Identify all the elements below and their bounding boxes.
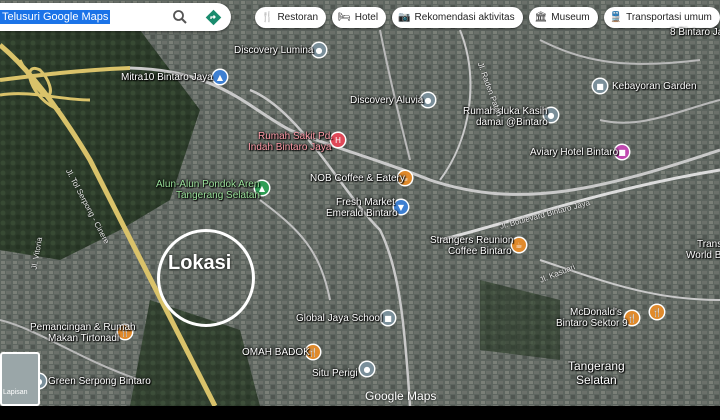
chip-transportasi-umum[interactable]: 🚆 Transportasi umum	[603, 7, 720, 28]
place-label[interactable]: Makan Tirtonadi	[48, 333, 119, 345]
place-label[interactable]: Global Jaya School	[296, 313, 382, 325]
place-pin-icon[interactable]: ■	[593, 79, 607, 93]
chip-restoran[interactable]: 🍴 Restoran	[255, 7, 327, 28]
place-label[interactable]: 8 Bintaro Jaya	[670, 27, 720, 39]
train-icon: 🚆	[609, 12, 623, 23]
place-label[interactable]: damai @Bintaro	[476, 117, 548, 129]
chip-museum[interactable]: 🏛 Museum	[528, 7, 598, 28]
chip-label: Restoran	[277, 12, 319, 23]
chip-rekomendasi-aktivitas[interactable]: 📷 Rekomendasi aktivitas	[392, 7, 523, 28]
place-label[interactable]: Mitra10 Bintaro Jaya	[121, 72, 213, 84]
shopping-pin-icon[interactable]: ▲	[213, 70, 227, 84]
place-label[interactable]: Emerald Bintaro	[326, 208, 398, 220]
place-label[interactable]: NOB Coffee & Eatery	[310, 173, 405, 185]
place-label[interactable]: Tangerang Selatan	[176, 190, 260, 202]
place-pin-icon[interactable]: ●	[312, 43, 326, 57]
place-label[interactable]: Discovery Lumina	[234, 45, 313, 57]
school-pin-icon[interactable]: ■	[381, 311, 395, 325]
layers-button[interactable]	[0, 352, 40, 406]
museum-icon: 🏛	[534, 12, 548, 23]
place-label[interactable]: Green Serpong Bintaro	[48, 376, 151, 388]
chip-label: Hotel	[354, 12, 379, 23]
place-label[interactable]: Indah Bintaro Jaya	[248, 142, 331, 154]
location-circle	[157, 229, 255, 327]
hospital-pin-icon[interactable]: H	[331, 133, 345, 147]
search-input[interactable]: Telusuri Google Maps	[0, 10, 111, 24]
place-label[interactable]: Bintaro Sektor 9	[556, 318, 628, 330]
place-label[interactable]: Aviary Hotel Bintaro	[530, 147, 618, 159]
hotel-icon: 🛏	[338, 12, 351, 23]
area-label: Tangerang	[568, 359, 625, 373]
restaurant-icon: 🍴	[261, 12, 274, 23]
cafe-pin-icon[interactable]: ☕	[512, 238, 526, 252]
bottom-bar	[0, 406, 720, 420]
map-view[interactable]: Telusuri Google Maps 🍴 Restoran 🛏 Hotel …	[0, 0, 720, 420]
area-label: Selatan	[576, 373, 617, 387]
layers-label: Lapisan	[3, 389, 28, 396]
location-label: Lokasi	[168, 252, 232, 274]
search-icon[interactable]	[172, 9, 188, 25]
google-maps-logo: Google Maps	[365, 389, 437, 403]
place-label[interactable]: OMAH BADOK	[242, 347, 310, 359]
place-pin-icon[interactable]: ●	[360, 362, 374, 376]
place-label[interactable]: Discovery Aluvia	[350, 95, 423, 107]
place-label[interactable]: World B	[686, 250, 720, 262]
camera-icon: 📷	[398, 12, 411, 23]
chip-label: Rekomendasi aktivitas	[414, 12, 515, 23]
chip-label: Museum	[551, 12, 590, 23]
chip-hotel[interactable]: 🛏 Hotel	[332, 7, 387, 28]
place-label[interactable]: Kebayoran Garden	[612, 81, 697, 93]
category-chips: 🍴 Restoran 🛏 Hotel 📷 Rekomendasi aktivit…	[255, 7, 720, 28]
place-label[interactable]: Coffee Bintaro	[448, 246, 512, 258]
place-label[interactable]: Situ Perigi	[312, 368, 358, 380]
chip-label: Transportasi umum	[626, 12, 712, 23]
search-box[interactable]: Telusuri Google Maps	[0, 3, 231, 31]
directions-icon[interactable]	[205, 9, 222, 26]
restaurant-pin-icon[interactable]: 🍴	[650, 305, 664, 319]
